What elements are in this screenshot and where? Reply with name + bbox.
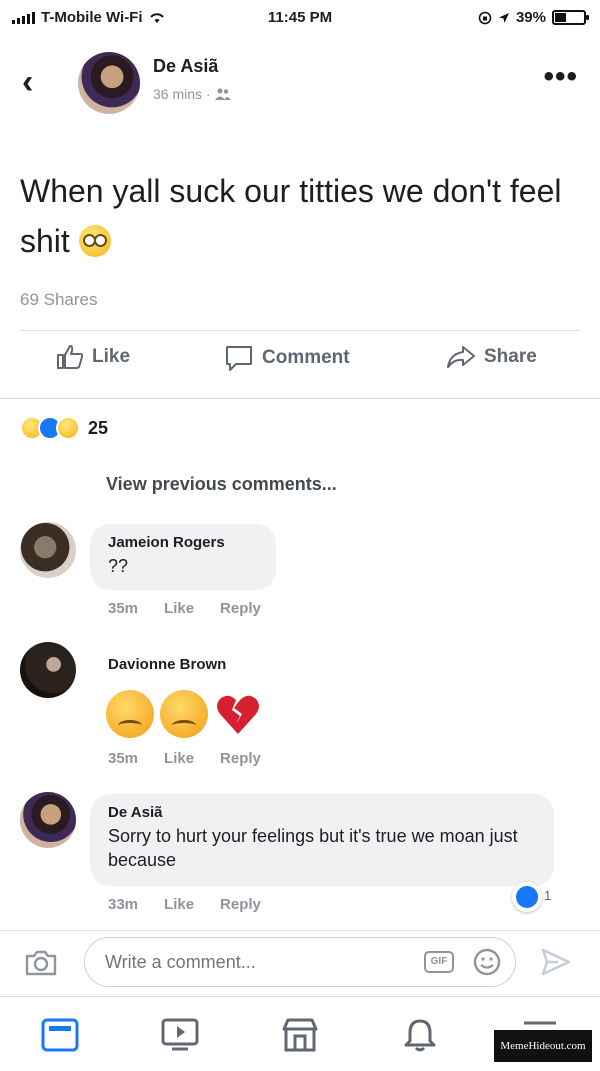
like-icon bbox=[516, 886, 538, 908]
comment-composer: GIF bbox=[0, 930, 600, 994]
comment-meta: 35m Like Reply bbox=[108, 600, 261, 617]
commenter-name[interactable]: Jameion Rogers bbox=[108, 534, 258, 551]
comment-like-link[interactable]: Like bbox=[164, 600, 194, 617]
shares-count[interactable]: 69 Shares bbox=[20, 290, 98, 310]
share-button[interactable]: Share bbox=[446, 344, 537, 370]
gif-button[interactable]: GIF bbox=[424, 951, 454, 973]
comment-time: 33m bbox=[108, 896, 139, 913]
camera-icon[interactable] bbox=[24, 949, 58, 982]
disappointed-face-icon bbox=[160, 690, 208, 738]
action-bar: Like Comment Share bbox=[0, 344, 600, 388]
comment-reply-link[interactable]: Reply bbox=[220, 896, 261, 913]
share-label: Share bbox=[484, 346, 537, 367]
battery-icon bbox=[552, 10, 589, 25]
reaction-count: 25 bbox=[88, 417, 109, 438]
news-feed-tab-icon[interactable] bbox=[40, 1017, 80, 1058]
comment-time: 35m bbox=[108, 750, 139, 767]
emoji-icon[interactable] bbox=[472, 947, 502, 982]
thumbs-up-icon bbox=[57, 345, 84, 369]
commenter-avatar[interactable] bbox=[20, 522, 76, 578]
comment-reply-link[interactable]: Reply bbox=[220, 600, 261, 617]
comment-bubble: De Asiã Sorry to hurt your feelings but … bbox=[90, 794, 554, 886]
marketplace-tab-icon[interactable] bbox=[280, 1017, 320, 1058]
comment-time: 35m bbox=[108, 600, 139, 617]
status-bar: T-Mobile Wi-Fi 11:45 PM 39% bbox=[0, 0, 600, 36]
commenter-avatar[interactable] bbox=[20, 642, 76, 698]
comment-reaction-badge[interactable] bbox=[512, 882, 542, 912]
comment-reaction-count: 1 bbox=[544, 888, 552, 903]
comment-like-link[interactable]: Like bbox=[164, 896, 194, 913]
comment-label: Comment bbox=[262, 347, 350, 368]
orientation-lock-icon bbox=[478, 11, 492, 24]
location-arrow-icon bbox=[498, 12, 509, 23]
watch-tab-icon[interactable] bbox=[160, 1017, 200, 1058]
disappointed-face-icon bbox=[106, 690, 154, 738]
notifications-tab-icon[interactable] bbox=[400, 1017, 440, 1058]
comment-meta: 35m Like Reply bbox=[108, 750, 261, 767]
like-button[interactable]: Like bbox=[56, 344, 130, 370]
comment-icon bbox=[226, 346, 252, 371]
divider bbox=[0, 398, 600, 399]
comment-text: ?? bbox=[108, 556, 129, 576]
comment-meta: 33m Like Reply bbox=[108, 896, 261, 913]
post-meta: 36 mins · bbox=[153, 86, 231, 102]
divider bbox=[20, 330, 580, 331]
watermark: MemeHideout.com bbox=[494, 1030, 592, 1062]
send-icon[interactable] bbox=[540, 947, 572, 982]
commenter-name[interactable]: De Asiã bbox=[108, 804, 536, 821]
comment-text: Sorry to hurt your feelings but it's tru… bbox=[108, 826, 518, 870]
commenter-avatar[interactable] bbox=[20, 792, 76, 848]
more-options-icon[interactable]: ••• bbox=[543, 62, 578, 92]
comment-name-row: Davionne Brown bbox=[108, 656, 226, 673]
wow-icon bbox=[56, 416, 80, 440]
post-time: 36 mins · bbox=[153, 86, 211, 102]
comment-bubble: Jameion Rogers ?? bbox=[90, 524, 276, 590]
flushed-face-icon bbox=[78, 225, 111, 257]
comment-button[interactable]: Comment bbox=[224, 344, 350, 372]
view-previous-comments[interactable]: View previous comments... bbox=[106, 474, 337, 495]
author-avatar[interactable] bbox=[78, 52, 140, 114]
battery-percent: 39% bbox=[515, 9, 546, 26]
friends-icon bbox=[214, 88, 231, 100]
author-name[interactable]: De Asiã bbox=[153, 56, 218, 77]
reactions-summary[interactable]: 25 bbox=[20, 416, 108, 440]
comment-reply-link[interactable]: Reply bbox=[220, 750, 261, 767]
status-right: 39% bbox=[478, 9, 589, 26]
back-arrow-icon[interactable]: ‹ bbox=[22, 62, 33, 102]
broken-heart-icon bbox=[214, 690, 262, 738]
battery-fill bbox=[555, 13, 566, 22]
commenter-name[interactable]: Davionne Brown bbox=[108, 656, 226, 673]
comment-emojis bbox=[106, 690, 262, 738]
share-icon bbox=[447, 346, 475, 368]
post-text: When yall suck our titties we don't feel… bbox=[20, 166, 580, 266]
comment-like-link[interactable]: Like bbox=[164, 750, 194, 767]
like-label: Like bbox=[92, 346, 131, 367]
